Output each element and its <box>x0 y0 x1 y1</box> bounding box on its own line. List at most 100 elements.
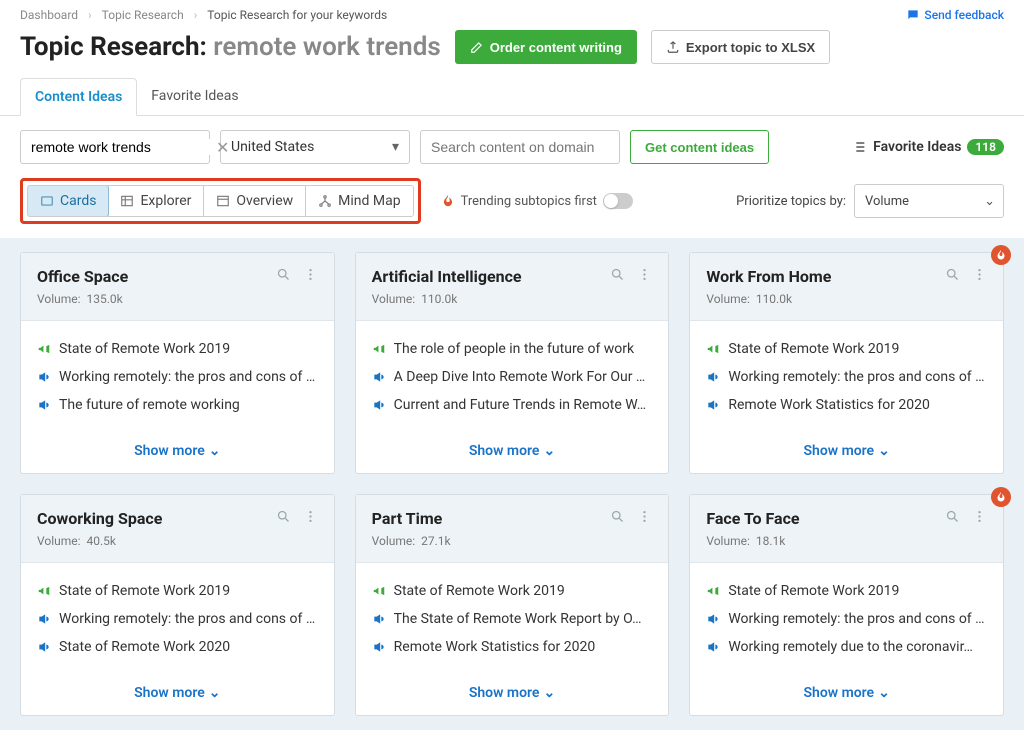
headline-row[interactable]: The future of remote working <box>37 391 318 419</box>
headline-text: Working remotely: the pros and cons of … <box>59 369 318 385</box>
card-search-icon[interactable] <box>276 509 291 524</box>
headline-row[interactable]: Working remotely: the pros and cons of … <box>706 605 987 633</box>
show-more-link[interactable]: Show more ⌄ <box>690 433 1003 473</box>
domain-search-input[interactable] <box>420 130 620 164</box>
headline-row[interactable]: Current and Future Trends in Remote W… <box>372 391 653 419</box>
card-volume: Volume: 135.0k <box>37 292 276 306</box>
headline-row[interactable]: Working remotely: the pros and cons of … <box>706 363 987 391</box>
card-menu-icon[interactable] <box>637 509 652 524</box>
favorite-ideas-link[interactable]: Favorite Ideas 118 <box>851 139 1004 155</box>
view-cards[interactable]: Cards <box>27 185 109 217</box>
card-menu-icon[interactable] <box>972 509 987 524</box>
country-value: United States <box>231 139 314 155</box>
headline-row[interactable]: State of Remote Work 2019 <box>37 335 318 363</box>
chevron-right-icon: › <box>194 8 198 22</box>
card-menu-icon[interactable] <box>303 509 318 524</box>
favorite-count-badge: 118 <box>967 139 1004 155</box>
link-icon <box>37 398 51 412</box>
prioritize-select[interactable]: Volume ⌄ <box>854 184 1004 218</box>
view-explorer[interactable]: Explorer <box>108 186 204 216</box>
send-feedback-link[interactable]: Send feedback <box>906 8 1004 22</box>
card-menu-icon[interactable] <box>637 267 652 282</box>
headline-text: Working remotely: the pros and cons of … <box>728 611 987 627</box>
link-icon <box>372 370 386 384</box>
link-icon <box>706 398 720 412</box>
headline-text: The State of Remote Work Report by O… <box>394 611 653 627</box>
country-select[interactable]: United States ▾ <box>220 130 410 164</box>
card-title: Work From Home <box>706 267 945 286</box>
card-volume: Volume: 110.0k <box>706 292 945 306</box>
card-title: Artificial Intelligence <box>372 267 611 286</box>
headline-row[interactable]: Working remotely: the pros and cons of … <box>37 605 318 633</box>
card-search-icon[interactable] <box>945 267 960 282</box>
link-icon <box>37 640 51 654</box>
card-search-icon[interactable] <box>610 509 625 524</box>
headline-text: Working remotely: the pros and cons of … <box>59 611 318 627</box>
headline-row[interactable]: The role of people in the future of work <box>372 335 653 363</box>
card-menu-icon[interactable] <box>303 267 318 282</box>
export-xlsx-label: Export topic to XLSX <box>686 40 815 55</box>
crumb-topic-research[interactable]: Topic Research <box>102 8 184 22</box>
headline-row[interactable]: A Deep Dive Into Remote Work For Our … <box>372 363 653 391</box>
show-more-link[interactable]: Show more ⌄ <box>690 675 1003 715</box>
view-switch-highlight: Cards Explorer Overview Mind Map <box>20 178 421 224</box>
megaphone-icon <box>372 342 386 356</box>
topic-card: Work From Home Volume: 110.0k State of R… <box>689 252 1004 474</box>
headline-text: The role of people in the future of work <box>394 341 653 357</box>
link-icon <box>706 612 720 626</box>
card-search-icon[interactable] <box>276 267 291 282</box>
headline-row[interactable]: Remote Work Statistics for 2020 <box>706 391 987 419</box>
headline-text: State of Remote Work 2019 <box>394 583 653 599</box>
headline-text: State of Remote Work 2019 <box>59 341 318 357</box>
topic-card: Part Time Volume: 27.1k State of Remote … <box>355 494 670 716</box>
trending-label: Trending subtopics first <box>461 194 597 209</box>
headline-row[interactable]: The State of Remote Work Report by O… <box>372 605 653 633</box>
megaphone-icon <box>706 342 720 356</box>
view-mind-map[interactable]: Mind Map <box>306 186 412 216</box>
headline-row[interactable]: Remote Work Statistics for 2020 <box>372 633 653 661</box>
list-icon <box>851 139 867 155</box>
show-more-link[interactable]: Show more ⌄ <box>356 433 669 473</box>
headline-text: The future of remote working <box>59 397 318 413</box>
topic-card: Coworking Space Volume: 40.5k State of R… <box>20 494 335 716</box>
card-title: Office Space <box>37 267 276 286</box>
tab-favorite-ideas[interactable]: Favorite Ideas <box>137 78 252 115</box>
export-xlsx-button[interactable]: Export topic to XLSX <box>651 30 830 64</box>
headline-row[interactable]: State of Remote Work 2019 <box>706 335 987 363</box>
headline-row[interactable]: Working remotely due to the coronavir… <box>706 633 987 661</box>
view-overview[interactable]: Overview <box>204 186 306 216</box>
keyword-input-wrap: ✕ <box>20 130 210 164</box>
card-search-icon[interactable] <box>610 267 625 282</box>
chevron-down-icon: ⌄ <box>209 685 221 701</box>
tab-content-ideas[interactable]: Content Ideas <box>20 78 137 116</box>
flame-icon <box>441 194 455 208</box>
chevron-down-icon: ⌄ <box>543 685 555 701</box>
trending-badge <box>991 245 1011 265</box>
show-more-link[interactable]: Show more ⌄ <box>356 675 669 715</box>
headline-row[interactable]: State of Remote Work 2019 <box>37 577 318 605</box>
favorite-ideas-label: Favorite Ideas <box>873 139 961 155</box>
card-search-icon[interactable] <box>945 509 960 524</box>
crumb-dashboard[interactable]: Dashboard <box>20 8 78 22</box>
headline-row[interactable]: State of Remote Work 2020 <box>37 633 318 661</box>
headline-text: State of Remote Work 2019 <box>59 583 318 599</box>
link-icon <box>372 640 386 654</box>
show-more-link[interactable]: Show more ⌄ <box>21 675 334 715</box>
keyword-input[interactable] <box>31 139 212 155</box>
order-content-button[interactable]: Order content writing <box>455 30 637 64</box>
headline-row[interactable]: State of Remote Work 2019 <box>372 577 653 605</box>
headline-text: A Deep Dive Into Remote Work For Our … <box>394 369 653 385</box>
headline-row[interactable]: Working remotely: the pros and cons of … <box>37 363 318 391</box>
show-more-link[interactable]: Show more ⌄ <box>21 433 334 473</box>
clear-keyword-icon[interactable]: ✕ <box>212 138 233 157</box>
topic-card: Office Space Volume: 135.0k State of Rem… <box>20 252 335 474</box>
trending-toggle[interactable] <box>603 193 633 209</box>
card-menu-icon[interactable] <box>972 267 987 282</box>
get-content-ideas-button[interactable]: Get content ideas <box>630 130 769 164</box>
chevron-down-icon: ⌄ <box>984 194 995 209</box>
headline-text: State of Remote Work 2019 <box>728 583 987 599</box>
send-feedback-label: Send feedback <box>924 8 1004 22</box>
link-icon <box>706 370 720 384</box>
headline-row[interactable]: State of Remote Work 2019 <box>706 577 987 605</box>
chevron-down-icon: ⌄ <box>209 443 221 459</box>
